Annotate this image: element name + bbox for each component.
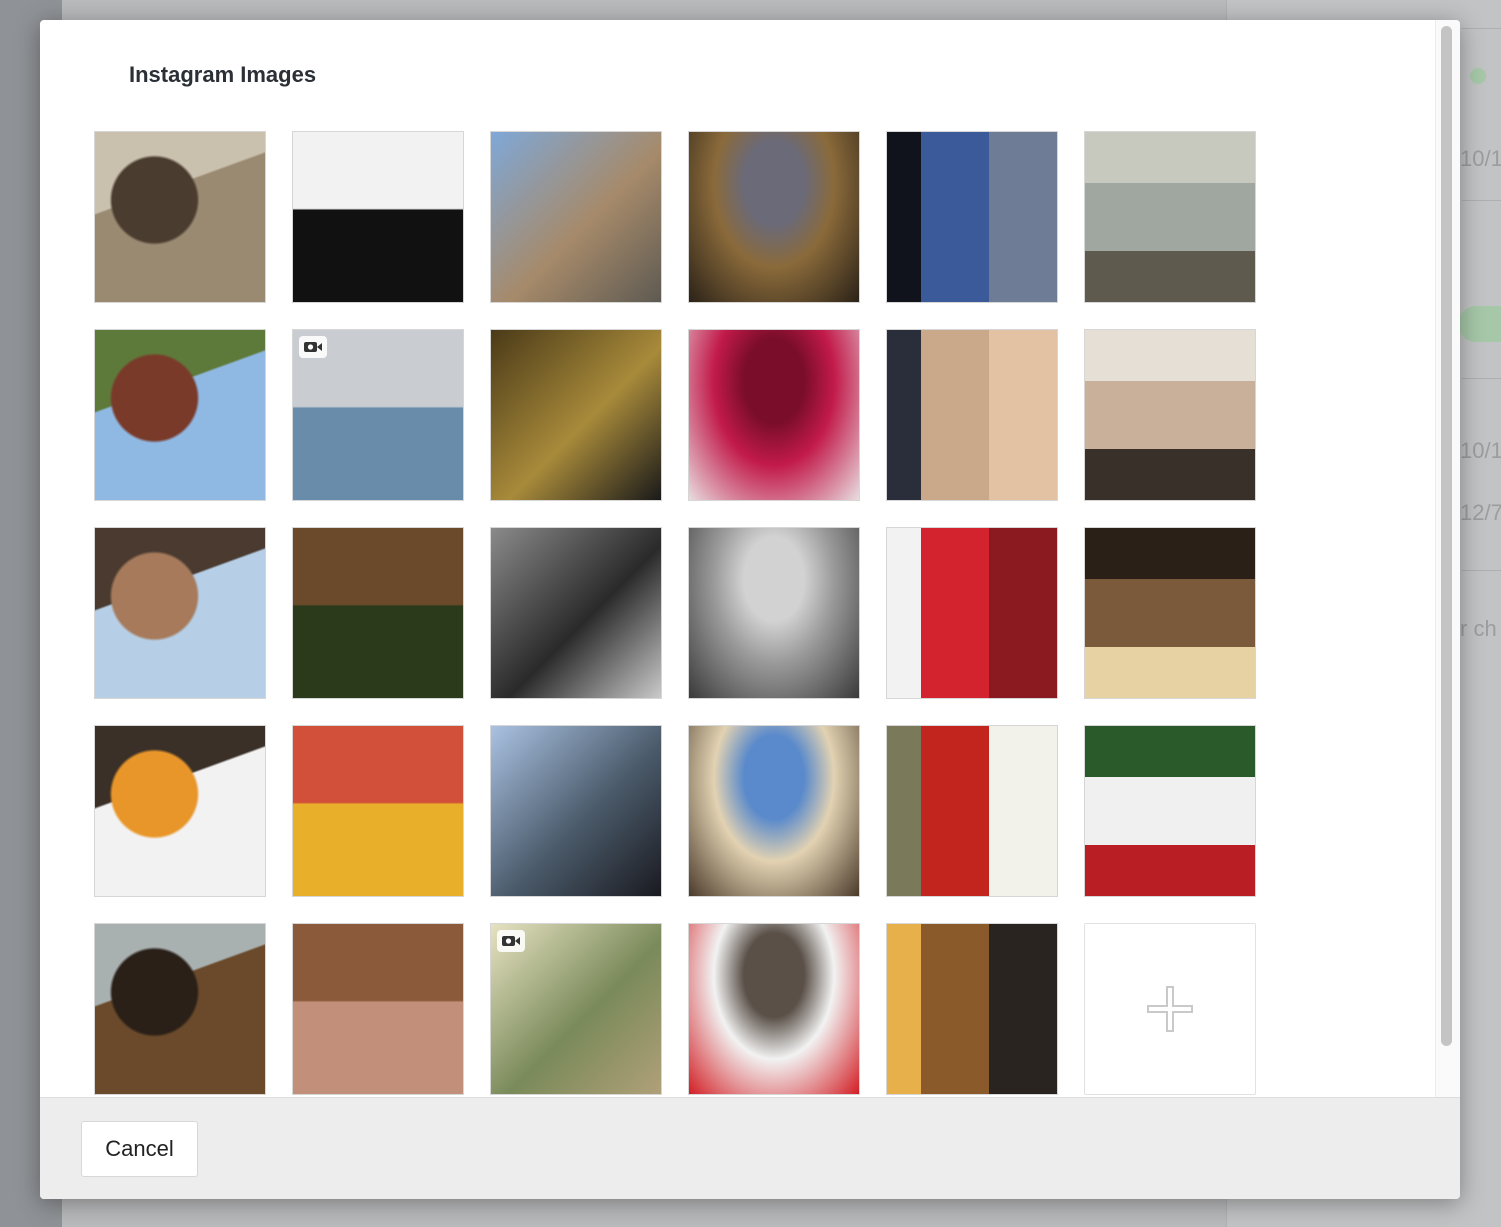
instagram-images-dialog: Instagram Images Cancel <box>40 20 1460 1199</box>
image-grid <box>94 131 1256 1095</box>
instagram-image-thumbnail[interactable] <box>688 131 860 303</box>
instagram-image-thumbnail[interactable] <box>292 725 464 897</box>
instagram-image-thumbnail[interactable] <box>490 527 662 699</box>
instagram-image-thumbnail[interactable] <box>490 923 662 1095</box>
instagram-image-thumbnail[interactable] <box>94 131 266 303</box>
background-divider <box>1462 378 1501 379</box>
video-camera-icon <box>497 930 525 952</box>
instagram-image-thumbnail[interactable] <box>94 329 266 501</box>
background-toggle <box>1458 306 1501 342</box>
dialog-footer: Cancel <box>40 1097 1460 1199</box>
instagram-image-thumbnail[interactable] <box>94 527 266 699</box>
instagram-image-thumbnail[interactable] <box>886 131 1058 303</box>
instagram-image-thumbnail[interactable] <box>94 725 266 897</box>
cancel-button[interactable]: Cancel <box>81 1121 198 1177</box>
background-date-text: 10/1 <box>1460 438 1501 463</box>
instagram-image-thumbnail[interactable] <box>490 329 662 501</box>
instagram-image-thumbnail[interactable] <box>292 527 464 699</box>
scrollbar-thumb[interactable] <box>1441 26 1452 1046</box>
instagram-image-thumbnail[interactable] <box>1084 527 1256 699</box>
instagram-image-thumbnail[interactable] <box>688 329 860 501</box>
background-divider <box>1462 570 1501 571</box>
instagram-image-thumbnail[interactable] <box>94 923 266 1095</box>
background-divider <box>1462 28 1501 29</box>
instagram-image-thumbnail[interactable] <box>490 725 662 897</box>
video-camera-icon <box>299 336 327 358</box>
instagram-image-thumbnail[interactable] <box>292 329 464 501</box>
instagram-image-thumbnail[interactable] <box>490 131 662 303</box>
instagram-image-thumbnail[interactable] <box>1084 725 1256 897</box>
instagram-image-thumbnail[interactable] <box>688 527 860 699</box>
instagram-image-thumbnail[interactable] <box>292 131 464 303</box>
instagram-image-thumbnail[interactable] <box>688 923 860 1095</box>
background-divider <box>1462 200 1501 201</box>
background-placeholder-text: r ch <box>1460 616 1497 641</box>
add-image-button[interactable] <box>1084 923 1256 1095</box>
background-date-text: 12/7 <box>1460 500 1501 525</box>
plus-icon <box>1147 986 1193 1032</box>
instagram-image-thumbnail[interactable] <box>886 527 1058 699</box>
instagram-image-thumbnail[interactable] <box>1084 329 1256 501</box>
background-date-text: 10/1 <box>1460 146 1501 171</box>
instagram-image-thumbnail[interactable] <box>292 923 464 1095</box>
instagram-image-thumbnail[interactable] <box>886 923 1058 1095</box>
instagram-image-thumbnail[interactable] <box>886 725 1058 897</box>
background-status-dot <box>1470 68 1486 84</box>
instagram-image-thumbnail[interactable] <box>1084 131 1256 303</box>
instagram-image-thumbnail[interactable] <box>688 725 860 897</box>
instagram-image-thumbnail[interactable] <box>886 329 1058 501</box>
dialog-title: Instagram Images <box>129 62 317 87</box>
